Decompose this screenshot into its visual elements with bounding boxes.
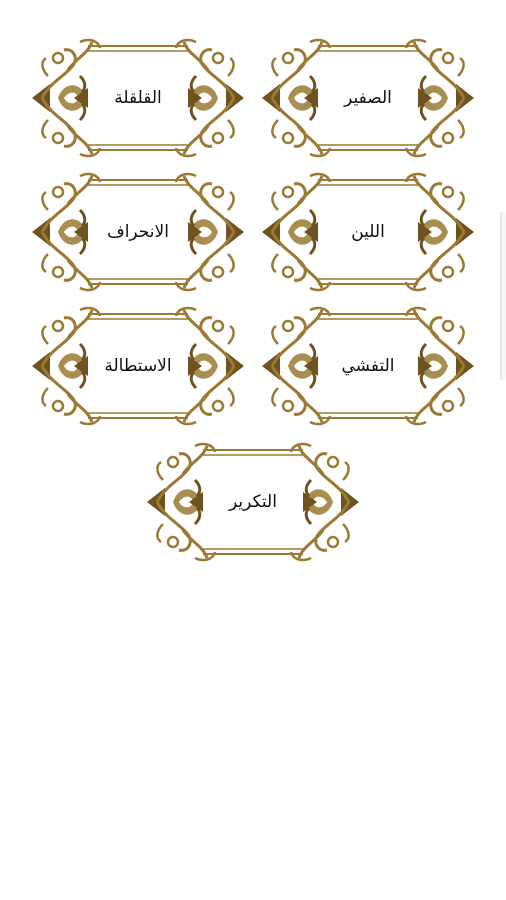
button-takrir[interactable]: التكرير — [143, 440, 363, 564]
button-inhiraf[interactable]: الانحراف — [28, 170, 248, 294]
ornamental-frame-icon — [32, 38, 244, 158]
scrollbar[interactable] — [500, 212, 506, 380]
button-qalqala[interactable]: القلقلة — [28, 36, 248, 160]
button-leen[interactable]: اللين — [258, 170, 478, 294]
button-tafashshi[interactable]: التفشي — [258, 304, 478, 428]
ornamental-frame-icon — [262, 306, 474, 426]
ornamental-frame-icon — [262, 172, 474, 292]
ornamental-frame-icon — [32, 172, 244, 292]
sifat-buttons-grid: الصفير القلقلة اللين الانحراف التفشي الا… — [0, 0, 506, 900]
button-safir[interactable]: الصفير — [258, 36, 478, 160]
button-istitala[interactable]: الاستطالة — [28, 304, 248, 428]
ornamental-frame-icon — [147, 442, 359, 562]
ornamental-frame-icon — [32, 306, 244, 426]
ornamental-frame-icon — [262, 38, 474, 158]
